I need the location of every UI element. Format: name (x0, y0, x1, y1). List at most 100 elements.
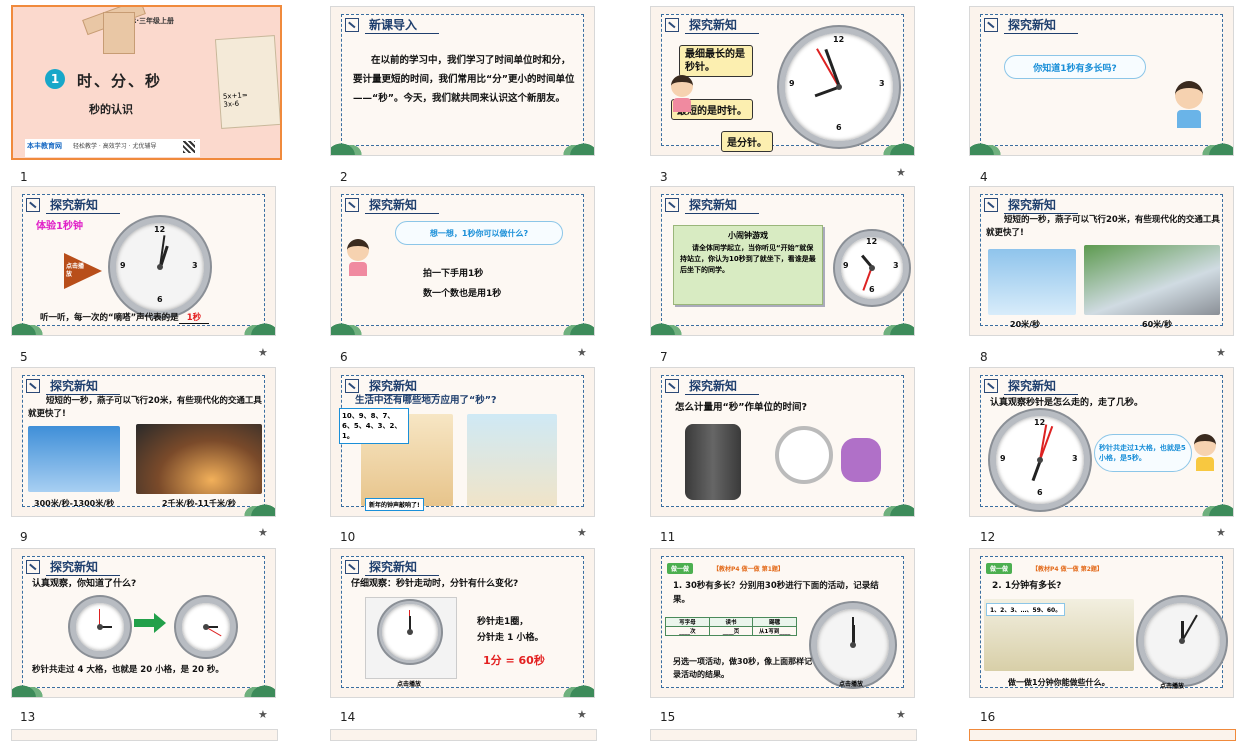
slide-thumbnail-partial[interactable] (330, 729, 597, 741)
game-text: 请全体同学起立，当你听见“开始”就保持站立，你认为10秒到了就坐下，看谁是最后坐… (680, 244, 816, 274)
slide-header: 探究新知 (665, 16, 760, 34)
logo-icon (984, 379, 998, 393)
cover-title: 时、分、秒 (77, 72, 163, 90)
slide-thumbnail-partial[interactable] (11, 729, 278, 741)
observe-text: 认真观察秒针是怎么走的，走了几秒。 (990, 398, 1144, 408)
logo-icon (665, 379, 679, 393)
stopwatch-icon (775, 426, 833, 484)
slide-thumbnail-14[interactable]: 探究新知 仔细观察：秒针走动时，分针有什么变化? 点击播放 秒针走1圈， 分针走… (330, 548, 595, 698)
plant-decoration (1199, 135, 1233, 155)
airplane-speed: 300米/秒-1300米/秒 (34, 499, 115, 508)
girl-illustration (671, 75, 693, 112)
activity-note: 另选一项活动，做30秒，像上面那样记录活动的结果。 (673, 657, 813, 679)
slide-thumbnail-11[interactable]: 探究新知 怎么计量用“秒”作单位的时间? (650, 367, 915, 517)
slide-number: 13 (20, 710, 36, 724)
rocket-photo (136, 424, 262, 494)
slide-header: 探究新知 (665, 377, 760, 395)
slide-thumbnail-8[interactable]: 探究新知 短短的一秒，燕子可以飞行20米，有些现代化的交通工具就更快了! 20米… (969, 186, 1234, 336)
plant-decoration (331, 315, 365, 335)
cover-title-area: R·三年级上册 1 时、分、秒 秒的认识 5x+1= 3x-6 本丰教育网 轻松… (13, 7, 280, 158)
clock-icon: 12 3 6 9 (779, 27, 899, 147)
logo-icon (345, 379, 359, 393)
plant-decoration (241, 496, 275, 516)
slide-number: 9 (20, 530, 28, 544)
slide-thumbnail-12[interactable]: 探究新知 认真观察秒针是怎么走的，走了几秒。 12 3 6 9 秒针共走过1大格，也就… (969, 367, 1234, 517)
thought-bubble: 你知道1秒有多长吗? (1004, 55, 1146, 79)
slide-number: 16 (980, 710, 996, 724)
practice-tag: 做一做 (667, 563, 694, 574)
slide-number: 15 (660, 710, 676, 724)
observe-text: 仔细观察：秒针走动时，分针有什么变化? (351, 579, 519, 589)
practice-tag: 做一做 (986, 563, 1013, 574)
digital-timer-icon (841, 438, 881, 482)
animation-star-icon: ★ (896, 708, 906, 721)
logo-icon (984, 198, 998, 212)
textbook-ref: 【教材P4 做一做 第2题】 (1032, 566, 1103, 573)
question-text: 生活中还有哪些地方应用了“秒”? (355, 395, 497, 406)
clock-icon (379, 601, 441, 663)
slide-thumbnail-4[interactable]: 探究新知 你知道1秒有多长吗? (969, 6, 1234, 156)
clock-icon (811, 603, 895, 687)
slide-thumbnail-6[interactable]: 探究新知 想一想，1秒你可以做什么? 拍一下手用1秒 数一个数也是用1秒 (330, 186, 595, 336)
clock-icon (1138, 597, 1226, 685)
plant-decoration (880, 496, 914, 516)
slide-thumbnail-15[interactable]: 做一做 【教材P4 做一做 第1题】 1. 30秒有多长？分别用30秒进行下面的… (650, 548, 915, 698)
slide-number: 6 (340, 350, 348, 364)
plant-decoration (331, 135, 365, 155)
activity-note: 做一做1分钟你能做些什么。 (1008, 678, 1110, 687)
animation-star-icon: ★ (1216, 526, 1226, 539)
speed-intro-text: 短短的一秒，燕子可以飞行20米，有些现代化的交通工具就更快了! (28, 396, 262, 419)
textbook-ref: 【教材P4 做一做 第1题】 (713, 566, 784, 573)
slide-thumbnail-7[interactable]: 探究新知 小闹钟游戏 请全体同学起立，当你听见“开始”就保持站立，你认为10秒到… (650, 186, 915, 336)
slide-thumbnail-5[interactable]: 探究新知 体验1秒钟 点击播放 12 3 6 9 听一听，每一次的“嘀嗒”声代表的是 1… (11, 186, 276, 336)
logo-icon (345, 18, 359, 32)
plant-decoration (12, 315, 46, 335)
slide-thumbnail-16[interactable]: 做一做 【教材P4 做一做 第2题】 2. 1分钟有多长? 1、2、3、…、59… (969, 548, 1234, 698)
animation-star-icon: ★ (577, 526, 587, 539)
airplane-photo (28, 426, 120, 492)
slide-thumbnail-10[interactable]: 探究新知 生活中还有哪些地方应用了“秒”? 10、9、8、7、6、5、4、3、2… (330, 367, 595, 517)
callout-second-hand: 最细最长的是秒针。 (679, 45, 753, 77)
qr-code-icon (183, 141, 195, 153)
video-play-label: 点击播放 (839, 681, 864, 688)
right-arrow-icon (134, 619, 156, 627)
swallow-speed: 20米/秒 (1010, 320, 1041, 329)
math-paper: 5x+1= 3x-6 (214, 35, 280, 129)
slide-thumbnail-2[interactable]: 新课导入 在以前的学习中，我们学习了时间单位时和分，要计量更短的时间，我们常用比… (330, 6, 595, 156)
slide-thumbnail-9[interactable]: 探究新知 短短的一秒，燕子可以飞行20米，有些现代化的交通工具就更快了! 300… (11, 367, 276, 517)
slide-thumbnail-partial[interactable] (969, 729, 1236, 741)
question-text: 怎么计量用“秒”作单位的时间? (675, 402, 807, 413)
logo-icon (345, 560, 359, 574)
animation-star-icon: ★ (896, 166, 906, 179)
slide-thumbnail-3[interactable]: 探究新知 12 3 6 9 最细最长的是秒针。 最短的是时针。 是分针。 (650, 6, 915, 156)
intro-text: 在以前的学习中，我们学习了时间单位时和分，要计量更短的时间，我们常用比“分”更小… (353, 55, 575, 104)
slide-thumbnail-1[interactable]: R·三年级上册 1 时、分、秒 秒的认识 5x+1= 3x-6 本丰教育网 轻松… (11, 5, 282, 160)
slide-header: 新课导入 (345, 16, 440, 34)
animation-star-icon: ★ (258, 526, 268, 539)
plant-decoration (560, 135, 594, 155)
logo-icon (26, 198, 40, 212)
listen-caption: 听一听，每一次的“嘀嗒”声代表的是 1秒 (40, 311, 210, 326)
slide-header: 探究新知 (345, 558, 440, 576)
slide-number: 7 (660, 350, 668, 364)
grade-label: R·三年级上册 (131, 17, 175, 25)
plant-decoration (880, 315, 914, 335)
plant-decoration (970, 135, 1004, 155)
slide-header: 探究新知 (26, 377, 121, 395)
countdown-box: 10、9、8、7、6、5、4、3、2、1。 (339, 408, 409, 444)
slide-thumbnail-13[interactable]: 探究新知 认真观察，你知道了什么? 秒针共走过 4 大格，也就是 20 小格，是… (11, 548, 276, 698)
slide-header: 探究新知 (665, 196, 760, 214)
slide-number: 5 (20, 350, 28, 364)
slide-header: 探究新知 (984, 377, 1079, 395)
slide-number: 14 (340, 710, 356, 724)
slide-thumbnail-partial[interactable] (650, 729, 917, 741)
boy-illustration (1175, 81, 1203, 128)
logo-icon (26, 379, 40, 393)
plant-decoration (241, 315, 275, 335)
animation-star-icon: ★ (258, 708, 268, 721)
ruler-graphic-2 (103, 12, 135, 54)
plant-decoration (560, 677, 594, 697)
cover-subtitle: 秒的认识 (89, 103, 133, 116)
slide-header: 探究新知 (984, 196, 1079, 214)
logo-icon (26, 560, 40, 574)
